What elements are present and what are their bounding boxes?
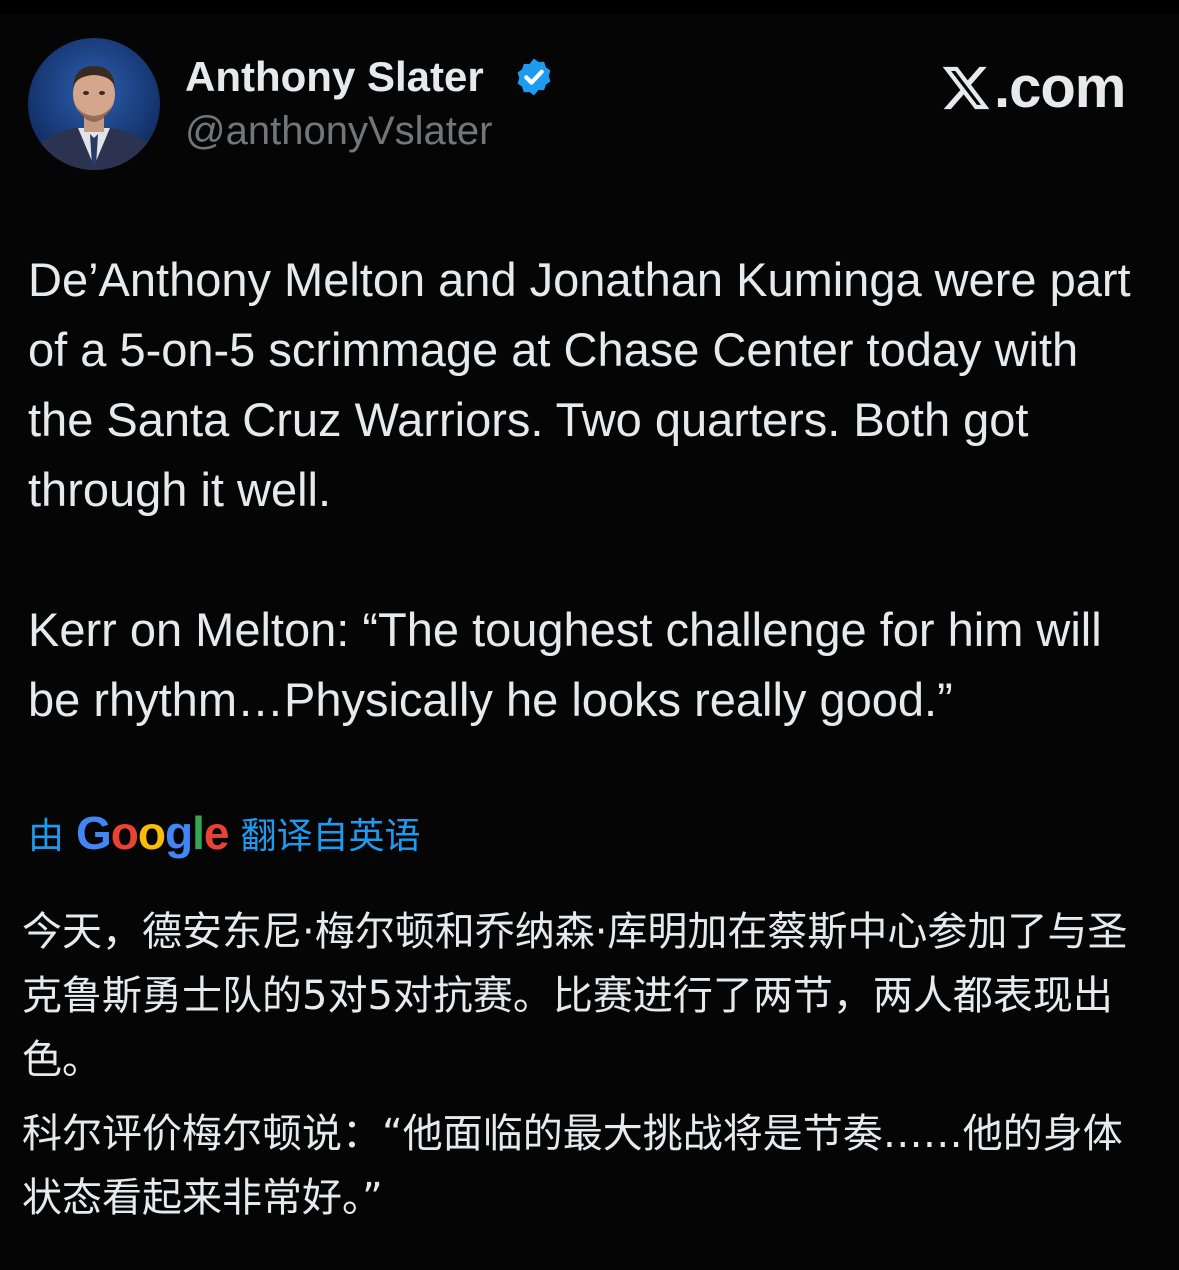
avatar-photo [28, 38, 160, 170]
display-name[interactable]: Anthony Slater [185, 52, 484, 102]
avatar[interactable] [28, 38, 160, 170]
tweet-paragraph: De’Anthony Melton and Jonathan Kuminga w… [28, 253, 1131, 516]
google-logo: Google [76, 807, 229, 859]
x-brand: .com [940, 55, 1126, 120]
verified-badge-icon [517, 58, 551, 96]
user-handle[interactable]: @anthonyVslater [185, 108, 492, 154]
tweet-body: De’Anthony Melton and Jonathan Kuminga w… [28, 245, 1148, 735]
brand-domain: .com [994, 55, 1126, 120]
x-logo-icon [942, 66, 990, 110]
translated-paragraph: 今天，德安东尼·梅尔顿和乔纳森·库明加在蔡斯中心参加了与圣克鲁斯勇士队的5对5对… [22, 909, 1128, 1083]
tweet-paragraph: Kerr on Melton: “The toughest challenge … [28, 603, 1102, 726]
translation-suffix: 翻译自英语 [240, 815, 421, 856]
top-strip [0, 0, 1179, 14]
translated-body: 今天，德安东尼·梅尔顿和乔纳森·库明加在蔡斯中心参加了与圣克鲁斯勇士队的5对5对… [22, 900, 1162, 1230]
translated-paragraph: 科尔评价梅尔顿说：“他面临的最大挑战将是节奏……他的身体状态看起来非常好。” [22, 1111, 1123, 1221]
translation-prefix: 由 [28, 815, 65, 856]
translation-attribution[interactable]: 由 Google 翻译自英语 [28, 806, 421, 860]
